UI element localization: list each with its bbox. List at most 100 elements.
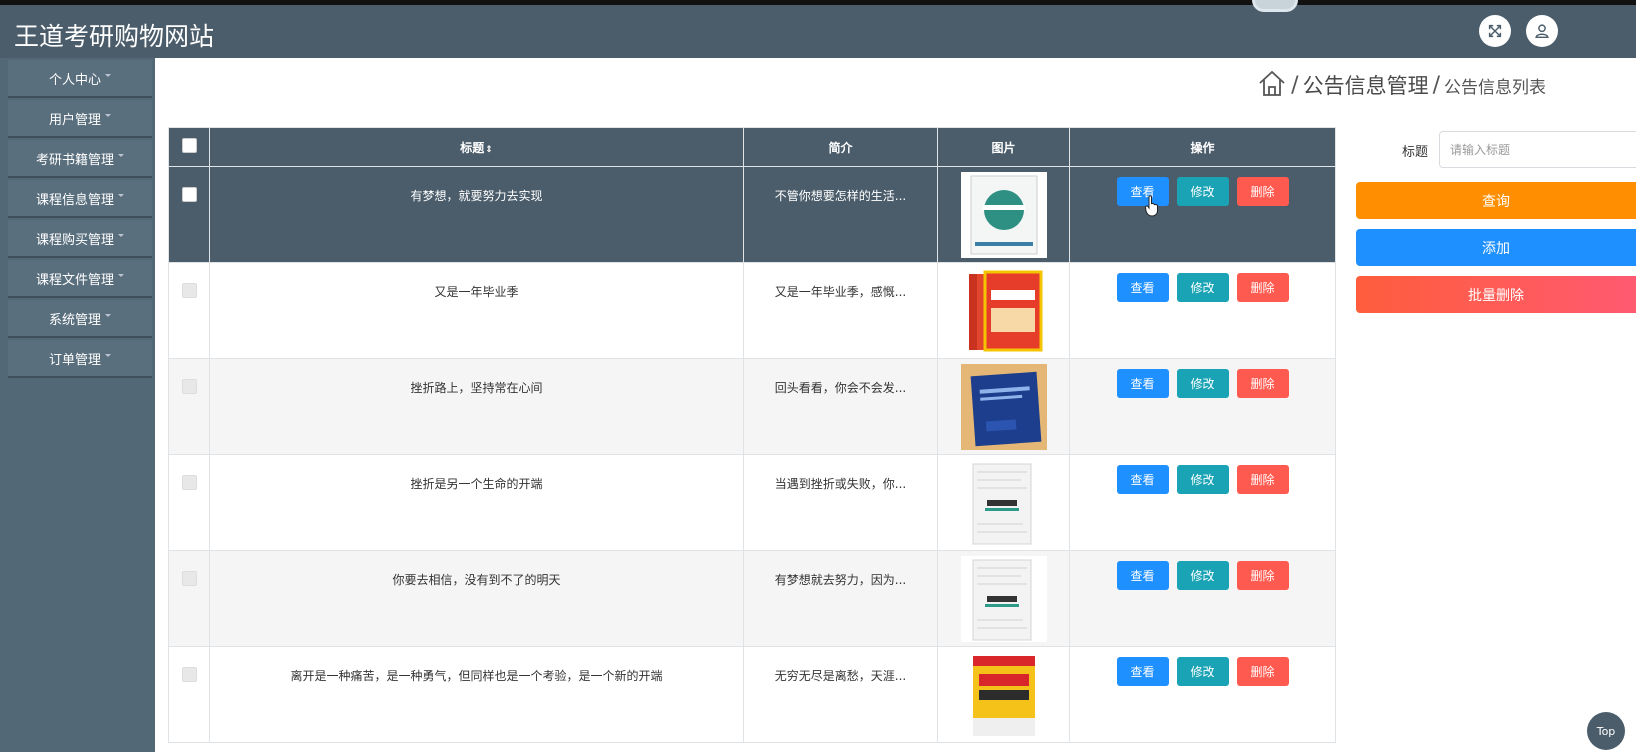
book-cover-white-icon[interactable] xyxy=(960,556,1047,642)
caret-down-icon xyxy=(105,73,111,77)
view-button[interactable]: 查看 xyxy=(1116,561,1169,590)
notice-table: 标题⇕ 简介 图片 操作 有梦想，就要努力去实现 不管你想要怎样的生活... 查… xyxy=(168,127,1336,743)
table-row: 挫折路上，坚持常在心间 回头看看，你会不会发... 查看 修改 删除 xyxy=(168,358,1336,455)
row-title: 你要去相信，没有到不了的明天 xyxy=(209,550,744,647)
sidebar-item-files[interactable]: 课程文件管理 xyxy=(8,260,152,298)
bulk-delete-button[interactable]: 批量删除 xyxy=(1356,276,1636,313)
sidebar-item-label: 考研书籍管理 xyxy=(35,152,114,168)
table-row: 挫折是另一个生命的开端 当遇到挫折或失败，你... 查看 修改 删除 xyxy=(168,454,1336,551)
breadcrumb-current: 公告信息列表 xyxy=(1444,77,1546,98)
site-title: 王道考研购物网站 xyxy=(14,22,215,51)
view-button[interactable]: 查看 xyxy=(1116,273,1169,302)
edit-button[interactable]: 修改 xyxy=(1176,465,1229,494)
search-label: 标题 xyxy=(1402,145,1429,160)
row-image-cell xyxy=(937,262,1070,359)
edit-button[interactable]: 修改 xyxy=(1176,561,1229,590)
row-checkbox[interactable] xyxy=(181,571,197,586)
sidebar-item-label: 课程文件管理 xyxy=(35,272,114,288)
query-button[interactable]: 查询 xyxy=(1356,182,1636,219)
edit-button[interactable]: 修改 xyxy=(1176,657,1229,686)
row-actions: 查看 修改 删除 xyxy=(1069,166,1336,263)
row-intro: 有梦想就去努力，因为... xyxy=(743,550,938,647)
sidebar-item-profile[interactable]: 个人中心 xyxy=(8,60,152,98)
row-title: 又是一年毕业季 xyxy=(209,262,744,359)
hand-cursor-icon xyxy=(1145,195,1158,217)
table-row: 你要去相信，没有到不了的明天 有梦想就去努力，因为... 查看 修改 删除 xyxy=(168,550,1336,647)
sidebar-item-label: 订单管理 xyxy=(48,352,101,368)
delete-button[interactable]: 删除 xyxy=(1236,465,1289,494)
row-actions: 查看 修改 删除 xyxy=(1069,262,1336,359)
sidebar-item-label: 系统管理 xyxy=(48,312,101,328)
view-button[interactable]: 查看 xyxy=(1116,369,1169,398)
breadcrumb-separator: / xyxy=(1432,72,1440,98)
edit-button[interactable]: 修改 xyxy=(1176,369,1229,398)
view-button[interactable]: 查看 xyxy=(1116,465,1169,494)
view-button[interactable]: 查看 xyxy=(1116,657,1169,686)
sidebar-item-courses[interactable]: 课程信息管理 xyxy=(8,180,152,218)
sidebar-item-users[interactable]: 用户管理 xyxy=(8,100,152,138)
row-title: 挫折路上，坚持常在心间 xyxy=(209,358,744,455)
edit-button[interactable]: 修改 xyxy=(1176,273,1229,302)
sort-icon[interactable]: ⇕ xyxy=(485,145,493,155)
row-checkbox[interactable] xyxy=(181,187,197,202)
row-checkbox[interactable] xyxy=(181,379,197,394)
caret-down-icon xyxy=(118,153,124,157)
book-cover-blue-icon[interactable] xyxy=(960,364,1047,450)
row-actions: 查看 修改 删除 xyxy=(1069,454,1336,551)
row-checkbox[interactable] xyxy=(181,283,197,298)
sidebar: 个人中心 用户管理 考研书籍管理 课程信息管理 课程购买管理 课程文件管理 系统… xyxy=(0,58,155,752)
delete-button[interactable]: 删除 xyxy=(1236,561,1289,590)
view-button[interactable]: 查看 xyxy=(1116,177,1169,206)
caret-down-icon xyxy=(118,193,124,197)
app-header: 王道考研购物网站 xyxy=(0,5,1636,58)
delete-button[interactable]: 删除 xyxy=(1236,369,1289,398)
row-intro: 又是一年毕业季，感慨... xyxy=(743,262,938,359)
delete-button[interactable]: 删除 xyxy=(1236,273,1289,302)
caret-down-icon xyxy=(105,113,111,117)
column-title-label: 标题 xyxy=(460,140,485,155)
title-search-input[interactable] xyxy=(1439,131,1636,168)
delete-button[interactable]: 删除 xyxy=(1236,657,1289,686)
table-row: 又是一年毕业季 又是一年毕业季，感慨... 查看 修改 删除 xyxy=(168,262,1336,359)
row-intro: 当遇到挫折或失败，你... xyxy=(743,454,938,551)
select-all-checkbox[interactable] xyxy=(181,138,197,153)
row-check-cell xyxy=(168,454,210,551)
book-cover-white-icon[interactable] xyxy=(960,460,1047,546)
edit-button[interactable]: 修改 xyxy=(1176,177,1229,206)
sidebar-item-orders[interactable]: 订单管理 xyxy=(8,340,152,378)
sidebar-item-books[interactable]: 考研书籍管理 xyxy=(8,140,152,178)
book-cover-green-icon[interactable] xyxy=(960,172,1047,258)
row-actions: 查看 修改 删除 xyxy=(1069,550,1336,647)
sidebar-item-label: 课程购买管理 xyxy=(35,232,114,248)
row-intro: 无穷无尽是离愁，天涯... xyxy=(743,646,938,743)
row-check-cell xyxy=(168,262,210,359)
row-check-cell xyxy=(168,166,210,263)
breadcrumb: / 公告信息管理 / 公告信息列表 xyxy=(1257,68,1546,102)
home-icon[interactable] xyxy=(1257,68,1287,102)
delete-button[interactable]: 删除 xyxy=(1236,177,1289,206)
back-to-top-button[interactable]: Top xyxy=(1587,712,1625,750)
row-check-cell xyxy=(168,358,210,455)
sidebar-item-purchases[interactable]: 课程购买管理 xyxy=(8,220,152,258)
row-checkbox[interactable] xyxy=(181,667,197,682)
row-checkbox[interactable] xyxy=(181,475,197,490)
book-cover-yellow-icon[interactable] xyxy=(960,652,1047,738)
row-intro: 不管你想要怎样的生活... xyxy=(743,166,938,263)
caret-down-icon xyxy=(105,353,111,357)
sidebar-item-system[interactable]: 系统管理 xyxy=(8,300,152,338)
column-header-title[interactable]: 标题⇕ xyxy=(209,127,744,167)
caret-down-icon xyxy=(118,273,124,277)
caret-down-icon xyxy=(118,233,124,237)
row-image-cell xyxy=(937,358,1070,455)
user-icon[interactable] xyxy=(1526,15,1558,47)
expand-icon[interactable] xyxy=(1479,15,1511,47)
book-set-red-icon[interactable] xyxy=(960,268,1047,354)
table-row: 离开是一种痛苦，是一种勇气，但同样也是一个考验，是一个新的开端 无穷无尽是离愁，… xyxy=(168,646,1336,743)
column-header-image: 图片 xyxy=(937,127,1070,167)
add-button[interactable]: 添加 xyxy=(1356,229,1636,266)
breadcrumb-section[interactable]: 公告信息管理 xyxy=(1303,70,1429,100)
row-image-cell xyxy=(937,166,1070,263)
top-center-tab xyxy=(1252,0,1298,12)
row-image-cell xyxy=(937,646,1070,743)
column-header-actions: 操作 xyxy=(1069,127,1336,167)
